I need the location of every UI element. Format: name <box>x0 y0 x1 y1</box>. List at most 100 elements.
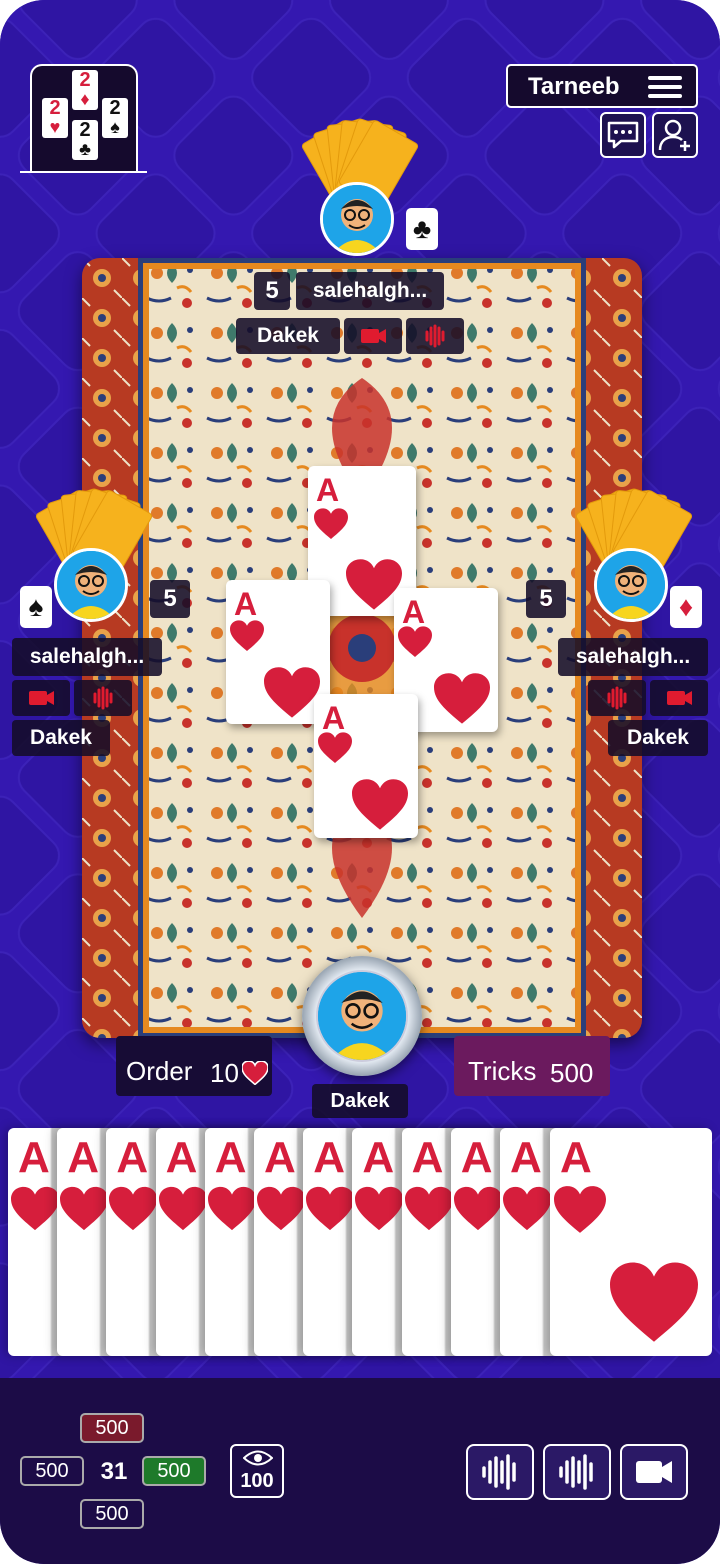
chat-icon <box>607 121 639 149</box>
left-player-score: 5 <box>150 580 190 618</box>
heart-icon <box>109 1186 158 1231</box>
top-player-name: salehalgh... <box>296 272 444 310</box>
heart-icon <box>404 1186 453 1231</box>
order-panel: Order 10 <box>116 1036 272 1096</box>
chat-button[interactable] <box>600 112 646 158</box>
heart-icon <box>318 732 352 763</box>
voice-wave-icon <box>607 686 627 710</box>
tricks-panel: Tricks 500 <box>454 1036 610 1096</box>
card-rank: A <box>67 1133 99 1182</box>
left-player-mic-button[interactable] <box>74 680 132 716</box>
tricks-value: 500 <box>550 1058 594 1088</box>
right-player-team: Dakek <box>608 720 708 756</box>
logo-card-suit: ♠ <box>110 117 120 137</box>
avatar-cartoon-image <box>57 551 125 619</box>
logo-card-suit: ♦ <box>80 89 90 109</box>
logo-underline <box>20 171 147 173</box>
video-camera-icon <box>29 691 54 705</box>
top-player-team: Dakek <box>236 318 340 354</box>
right-player-video-button[interactable] <box>650 680 708 716</box>
logo-card-hearts: 2 ♥ <box>42 98 68 138</box>
card-rank: A <box>560 1133 592 1182</box>
bet-chip-top[interactable]: 500 <box>80 1413 144 1443</box>
heart-icon <box>230 620 264 651</box>
right-player-trump-suit: ♦ <box>670 586 702 628</box>
bet-chip-left[interactable]: 500 <box>20 1456 84 1486</box>
logo-card-rank: 2 <box>109 97 121 119</box>
card-rank: A <box>214 1133 247 1182</box>
round-counter: 31 <box>100 1458 128 1485</box>
logo-card-rank: 2 <box>79 119 91 141</box>
right-player-score: 5 <box>526 580 566 618</box>
left-player-trump-suit: ♠ <box>20 586 52 628</box>
heart-icon <box>242 1061 268 1085</box>
card-rank: A <box>322 700 346 736</box>
card-rank: A <box>116 1133 149 1182</box>
game-screen: 2 ♥ 2 ♦ 2 ♣ 2 ♠ Tarneeb ♣ 5 salehalgh...… <box>0 0 720 1564</box>
left-player-name: salehalgh... <box>12 638 162 676</box>
add-user-icon <box>658 119 690 151</box>
self-avatar[interactable] <box>316 970 408 1062</box>
tricks-label: Tricks <box>468 1056 537 1086</box>
top-player-score: 5 <box>254 272 290 310</box>
hand-card-last[interactable]: A <box>550 1128 712 1356</box>
heart-icon <box>158 1186 207 1231</box>
played-card-bottom: A <box>314 694 418 838</box>
heart-icon <box>610 1262 698 1342</box>
left-player-team: Dakek <box>12 720 110 756</box>
video-camera-icon <box>636 1461 672 1483</box>
card-rank: A <box>313 1133 345 1182</box>
game-title: Tarneeb <box>528 73 620 100</box>
video-button[interactable] <box>620 1444 688 1500</box>
voice-button-2[interactable] <box>543 1444 611 1500</box>
card-rank: A <box>264 1133 296 1182</box>
voice-wave-icon <box>93 686 113 710</box>
right-player-avatar[interactable] <box>594 548 668 622</box>
self-team: Dakek <box>312 1084 408 1118</box>
video-camera-icon <box>361 329 386 343</box>
right-player-mic-button[interactable] <box>588 680 646 716</box>
heart-icon <box>453 1186 502 1231</box>
heart-icon <box>207 1186 256 1231</box>
heart-icon <box>60 1186 109 1231</box>
card-rank: A <box>316 472 340 508</box>
card-rank: A <box>362 1133 395 1182</box>
card-rank: A <box>234 586 258 622</box>
eye-icon <box>243 1450 273 1466</box>
heart-icon <box>11 1186 59 1231</box>
voice-wave-icon <box>482 1454 516 1490</box>
heart-icon <box>352 779 408 830</box>
bet-chip-right[interactable]: 500 <box>142 1456 206 1486</box>
bet-chip-bottom[interactable]: 500 <box>80 1499 144 1529</box>
voice-button-1[interactable] <box>466 1444 534 1500</box>
heart-icon <box>554 1186 606 1233</box>
menu-icon <box>648 76 682 98</box>
left-player-video-button[interactable] <box>12 680 70 716</box>
top-player-video-button[interactable] <box>344 318 402 354</box>
voice-wave-icon <box>559 1454 593 1490</box>
avatar-cartoon-image <box>597 551 665 619</box>
logo-card-suit: ♣ <box>79 139 91 159</box>
top-player-avatar[interactable] <box>320 182 394 256</box>
add-friend-button[interactable] <box>652 112 698 158</box>
logo-card-suit: ♥ <box>49 117 61 137</box>
spectators-button[interactable]: 100 <box>230 1444 284 1498</box>
heart-icon <box>264 667 320 718</box>
heart-icon <box>306 1186 355 1231</box>
heart-icon <box>434 673 490 724</box>
logo-card-clubs: 2 ♣ <box>72 120 98 160</box>
heart-icon <box>257 1186 305 1231</box>
top-player-trump-suit: ♣ <box>406 208 438 250</box>
game-title-menu-button[interactable]: Tarneeb <box>506 64 698 108</box>
app-logo: 2 ♥ 2 ♦ 2 ♣ 2 ♠ <box>30 64 138 172</box>
logo-card-rank: 2 <box>79 69 91 91</box>
avatar-cartoon-image <box>323 185 391 253</box>
heart-icon <box>314 508 348 539</box>
video-camera-icon <box>667 691 692 705</box>
heart-icon <box>355 1186 404 1231</box>
voice-wave-icon <box>425 324 445 348</box>
top-player-mic-button[interactable] <box>406 318 464 354</box>
left-player-avatar[interactable] <box>54 548 128 622</box>
card-rank: A <box>402 594 426 630</box>
heart-icon <box>398 626 432 657</box>
